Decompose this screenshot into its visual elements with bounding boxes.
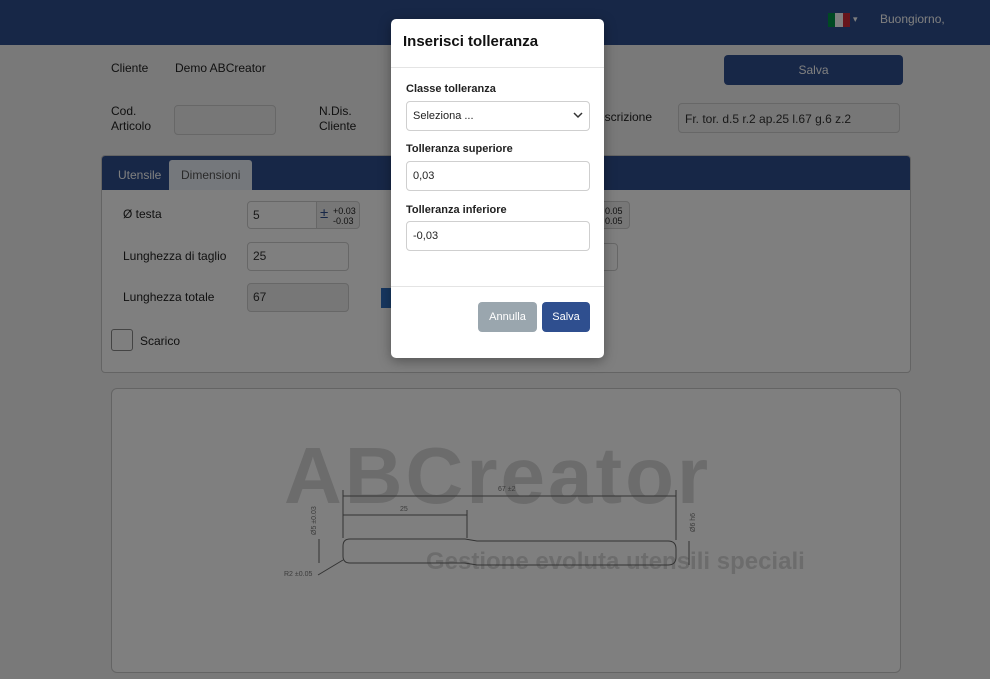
modal-header-divider (391, 67, 604, 68)
tolleranza-inferiore-label: Tolleranza inferiore (406, 204, 507, 216)
classe-selected-value: Seleziona ... (413, 110, 474, 122)
classe-tolleranza-label: Classe tolleranza (406, 83, 496, 95)
cancel-button[interactable]: Annulla (478, 302, 537, 332)
classe-tolleranza-select[interactable]: Seleziona ... (406, 101, 590, 131)
modal-title: Inserisci tolleranza (403, 33, 539, 50)
chevron-down-icon (573, 112, 583, 119)
modal-footer-divider (391, 286, 604, 287)
tolerance-modal: Inserisci tolleranza Classe tolleranza S… (391, 19, 604, 358)
tolleranza-superiore-label: Tolleranza superiore (406, 143, 513, 155)
modal-save-button[interactable]: Salva (542, 302, 590, 332)
tolleranza-superiore-input[interactable]: 0,03 (406, 161, 590, 191)
tolleranza-inferiore-input[interactable]: -0,03 (406, 221, 590, 251)
